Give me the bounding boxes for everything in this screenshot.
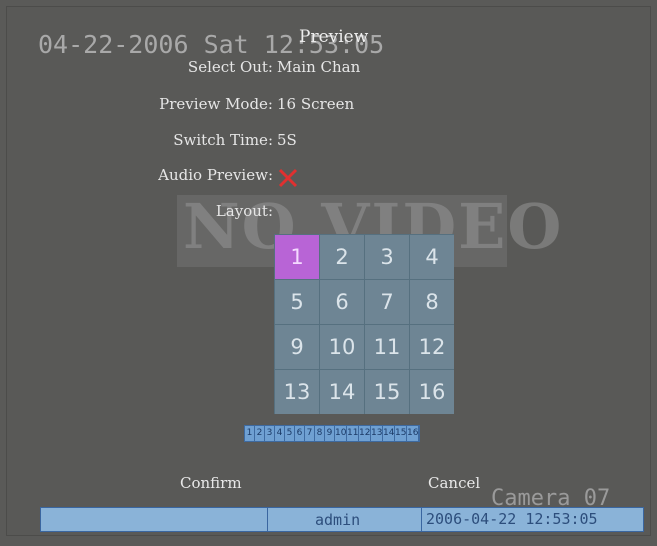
channel-strip-item-15[interactable]: 15 [395,426,407,441]
channel-strip-item-12[interactable]: 12 [359,426,371,441]
menu-title: Preview [299,27,369,47]
channel-strip-item-11[interactable]: 11 [347,426,359,441]
channel-strip: 1 2 3 4 5 6 7 8 9 10 11 12 13 14 15 16 [244,425,420,442]
confirm-button[interactable]: Confirm [180,474,242,492]
layout-cell-15[interactable]: 15 [365,370,409,414]
channel-strip-item-10[interactable]: 10 [335,426,347,441]
select-out-label: Select Out: [187,58,273,76]
select-out-row[interactable]: Select Out: Main Chan [0,58,657,80]
switch-time-row[interactable]: Switch Time: 5S [0,131,657,153]
audio-preview-row[interactable]: Audio Preview: [0,166,657,188]
status-bar: admin 2006-04-22 12:53:05 [40,507,644,532]
channel-strip-item-5[interactable]: 5 [285,426,295,441]
channel-strip-item-16[interactable]: 16 [407,426,419,441]
status-user: admin [315,511,361,529]
channel-strip-item-6[interactable]: 6 [295,426,305,441]
channel-strip-item-2[interactable]: 2 [255,426,265,441]
channel-strip-item-4[interactable]: 4 [275,426,285,441]
preview-mode-label: Preview Mode: [159,95,273,113]
layout-cell-6[interactable]: 6 [320,280,364,324]
layout-cell-9[interactable]: 9 [275,325,319,369]
layout-label: Layout: [215,202,273,220]
layout-cell-13[interactable]: 13 [275,370,319,414]
x-icon[interactable] [278,168,298,188]
audio-preview-label: Audio Preview: [158,166,273,184]
channel-strip-item-1[interactable]: 1 [245,426,255,441]
layout-cell-11[interactable]: 11 [365,325,409,369]
channel-strip-item-7[interactable]: 7 [305,426,315,441]
layout-cell-1[interactable]: 1 [275,235,319,279]
layout-cell-14[interactable]: 14 [320,370,364,414]
layout-cell-3[interactable]: 3 [365,235,409,279]
cancel-button[interactable]: Cancel [428,474,480,492]
status-segment [41,508,268,531]
layout-cell-7[interactable]: 7 [365,280,409,324]
channel-strip-item-3[interactable]: 3 [265,426,275,441]
layout-cell-12[interactable]: 12 [410,325,454,369]
switch-time-value[interactable]: 5S [277,131,297,149]
preview-mode-row[interactable]: Preview Mode: 16 Screen [0,95,657,117]
channel-strip-item-8[interactable]: 8 [315,426,325,441]
layout-cell-4[interactable]: 4 [410,235,454,279]
preview-mode-value[interactable]: 16 Screen [277,95,354,113]
layout-cell-2[interactable]: 2 [320,235,364,279]
layout-cell-8[interactable]: 8 [410,280,454,324]
layout-cell-10[interactable]: 10 [320,325,364,369]
layout-row: Layout: [0,202,657,224]
layout-cell-5[interactable]: 5 [275,280,319,324]
select-out-value[interactable]: Main Chan [277,58,360,76]
layout-cell-16[interactable]: 16 [410,370,454,414]
channel-strip-item-13[interactable]: 13 [371,426,383,441]
channel-strip-item-9[interactable]: 9 [325,426,335,441]
switch-time-label: Switch Time: [173,131,273,149]
layout-grid: 1 2 3 4 5 6 7 8 9 10 11 12 13 14 15 16 [274,234,454,414]
channel-strip-item-14[interactable]: 14 [383,426,395,441]
status-timestamp: 2006-04-22 12:53:05 [421,508,643,531]
